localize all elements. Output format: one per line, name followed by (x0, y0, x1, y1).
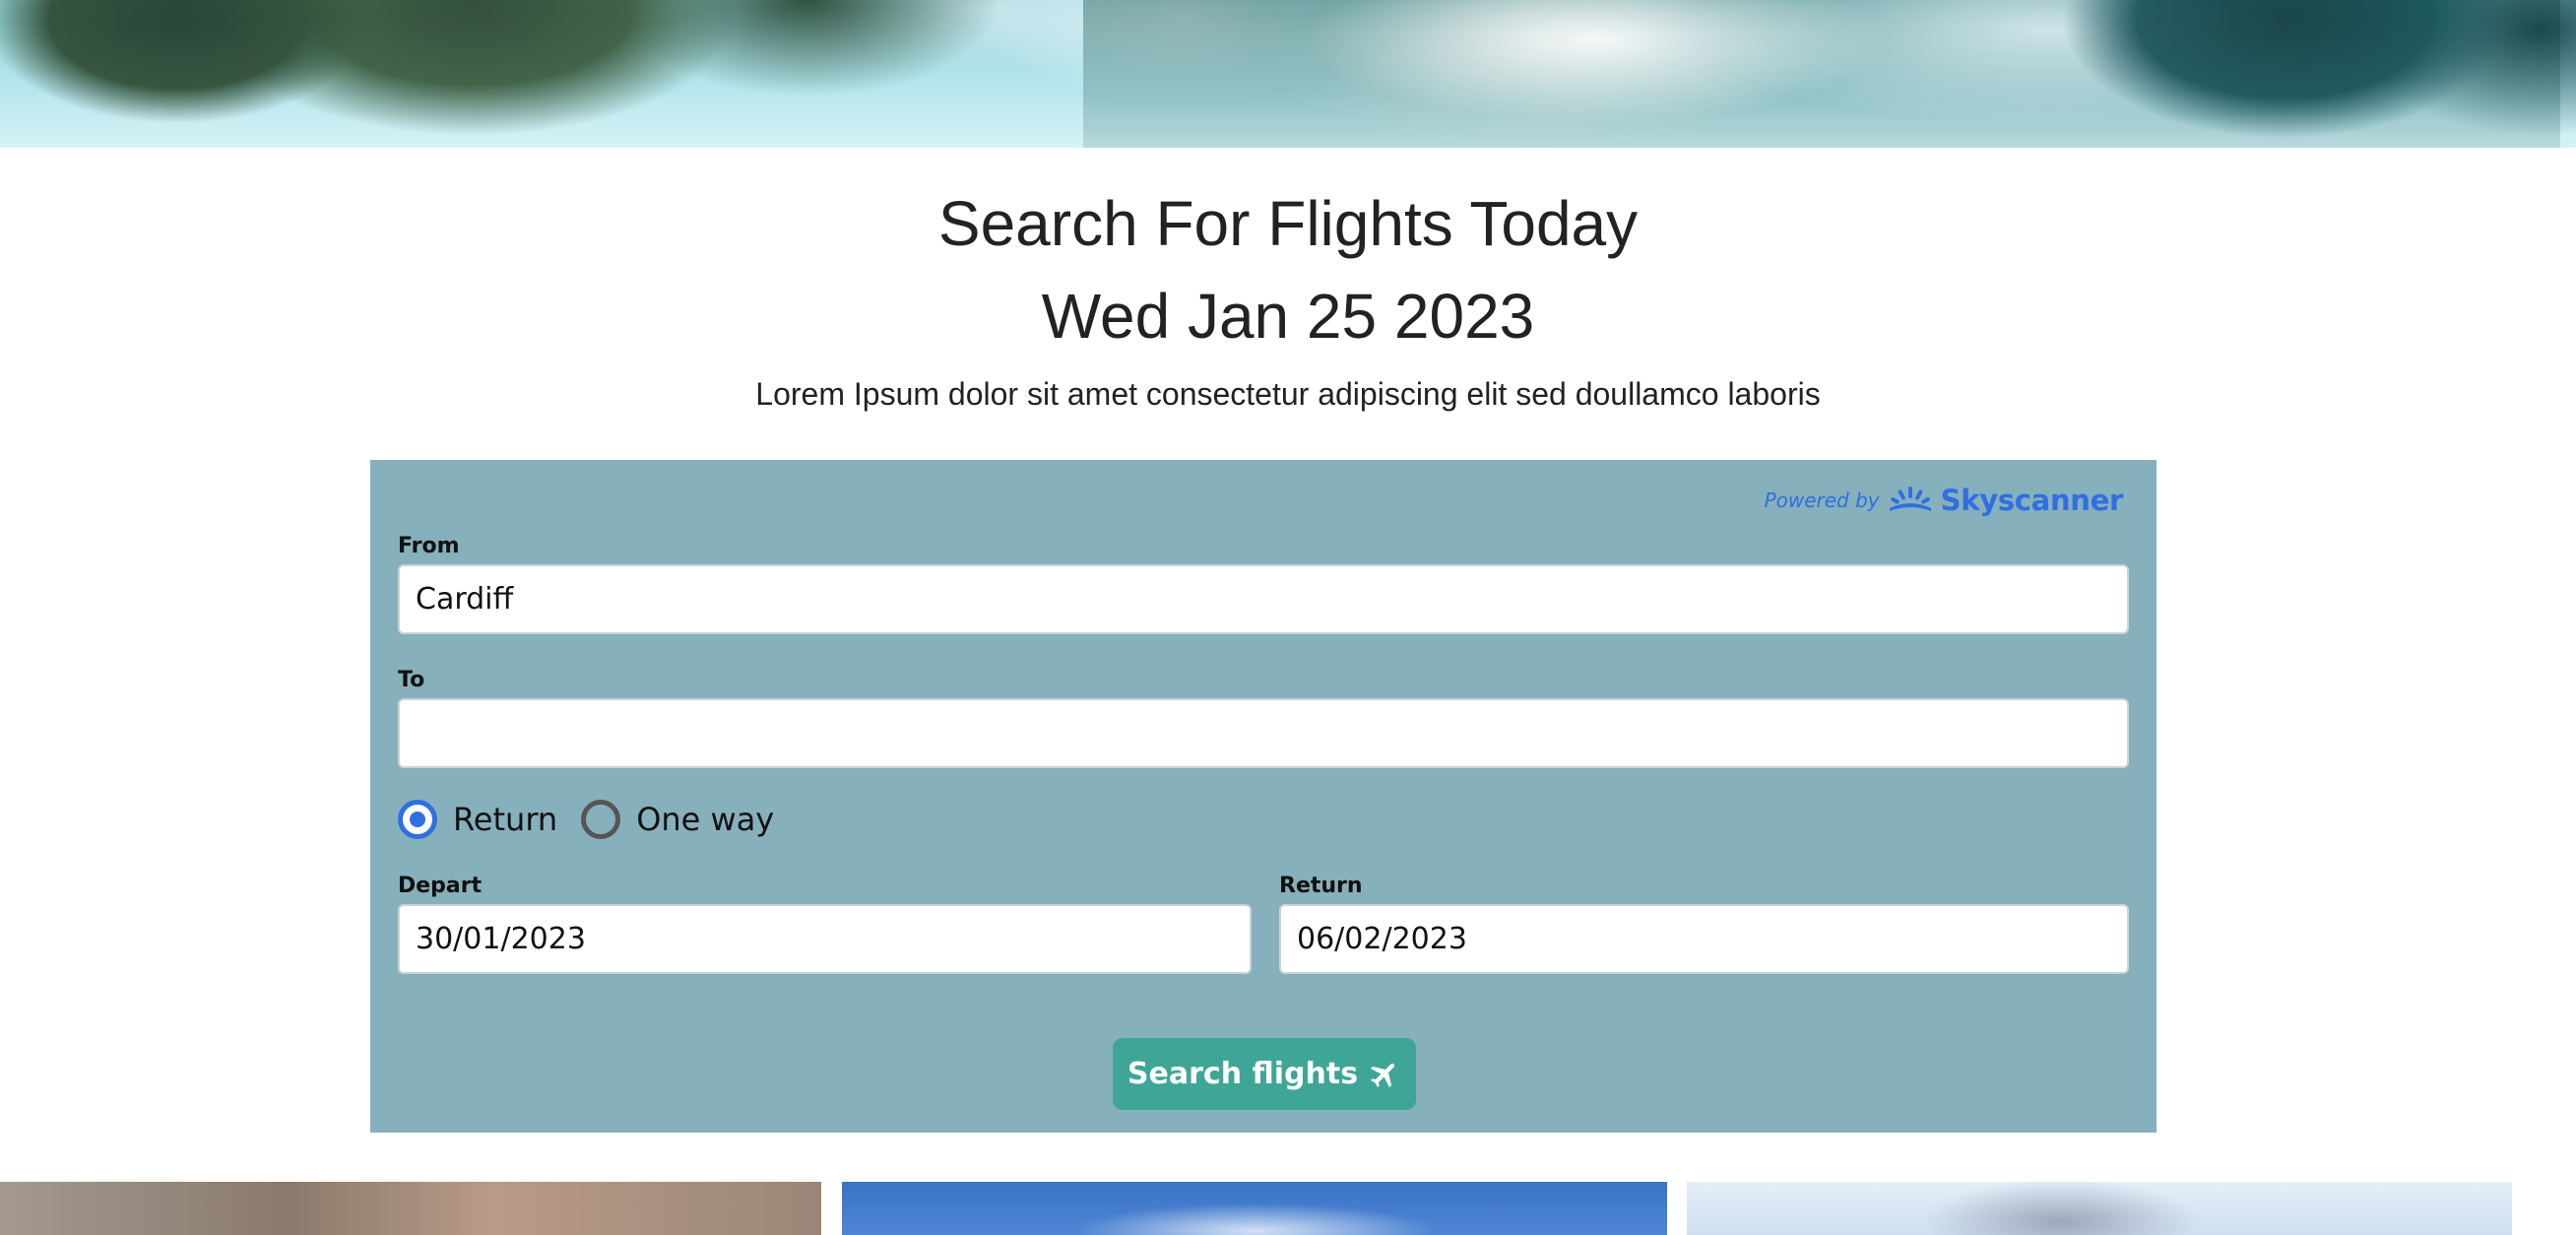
radio-return-label[interactable]: Return (453, 801, 557, 838)
from-field[interactable] (398, 564, 2129, 634)
destination-image-2-cloud (960, 1192, 1551, 1235)
flight-search-widget: Powered by Skyscanner From To Return (370, 460, 2157, 1133)
radio-one-way-indicator[interactable] (581, 800, 621, 839)
powered-by-skyscanner[interactable]: Powered by Skyscanner (1764, 484, 2124, 517)
trip-type-radio-group: Return One way (398, 800, 798, 839)
to-label: To (398, 668, 425, 692)
page-title: Search For Flights Today (937, 188, 1639, 259)
return-label: Return (1279, 874, 1363, 898)
current-date: Wed Jan 25 2023 (1041, 281, 1535, 352)
radio-return[interactable]: Return (398, 800, 557, 839)
plane-icon (1371, 1063, 1395, 1087)
radio-one-way[interactable]: One way (581, 800, 774, 839)
depart-date-input[interactable] (416, 922, 1234, 956)
powered-by-text: Powered by (1764, 488, 1880, 512)
from-label: From (398, 534, 460, 558)
return-date-field[interactable] (1279, 904, 2129, 974)
page-subtitle: Lorem Ipsum dolor sit amet consectetur a… (755, 376, 1821, 412)
hero-tree-left (0, 0, 1044, 148)
radio-one-way-label[interactable]: One way (636, 801, 774, 838)
to-input[interactable] (416, 716, 2111, 750)
to-field[interactable] (398, 698, 2129, 768)
hero-tree-right (1989, 0, 2576, 148)
destination-image-3[interactable] (1687, 1182, 2512, 1235)
depart-label: Depart (398, 874, 483, 898)
skyscanner-brand: Skyscanner (1940, 484, 2124, 517)
from-input[interactable] (416, 582, 2111, 617)
radio-return-indicator[interactable] (398, 800, 437, 839)
skyscanner-logo-icon (1889, 487, 1931, 511)
hero-banner-image (0, 0, 2576, 148)
depart-date-field[interactable] (398, 904, 1252, 974)
search-flights-button[interactable]: Search flights (1113, 1038, 1416, 1110)
destination-image-1[interactable] (0, 1182, 821, 1235)
destination-image-2[interactable] (842, 1182, 1667, 1235)
return-date-input[interactable] (1297, 922, 2111, 956)
search-flights-label: Search flights (1127, 1057, 1359, 1091)
